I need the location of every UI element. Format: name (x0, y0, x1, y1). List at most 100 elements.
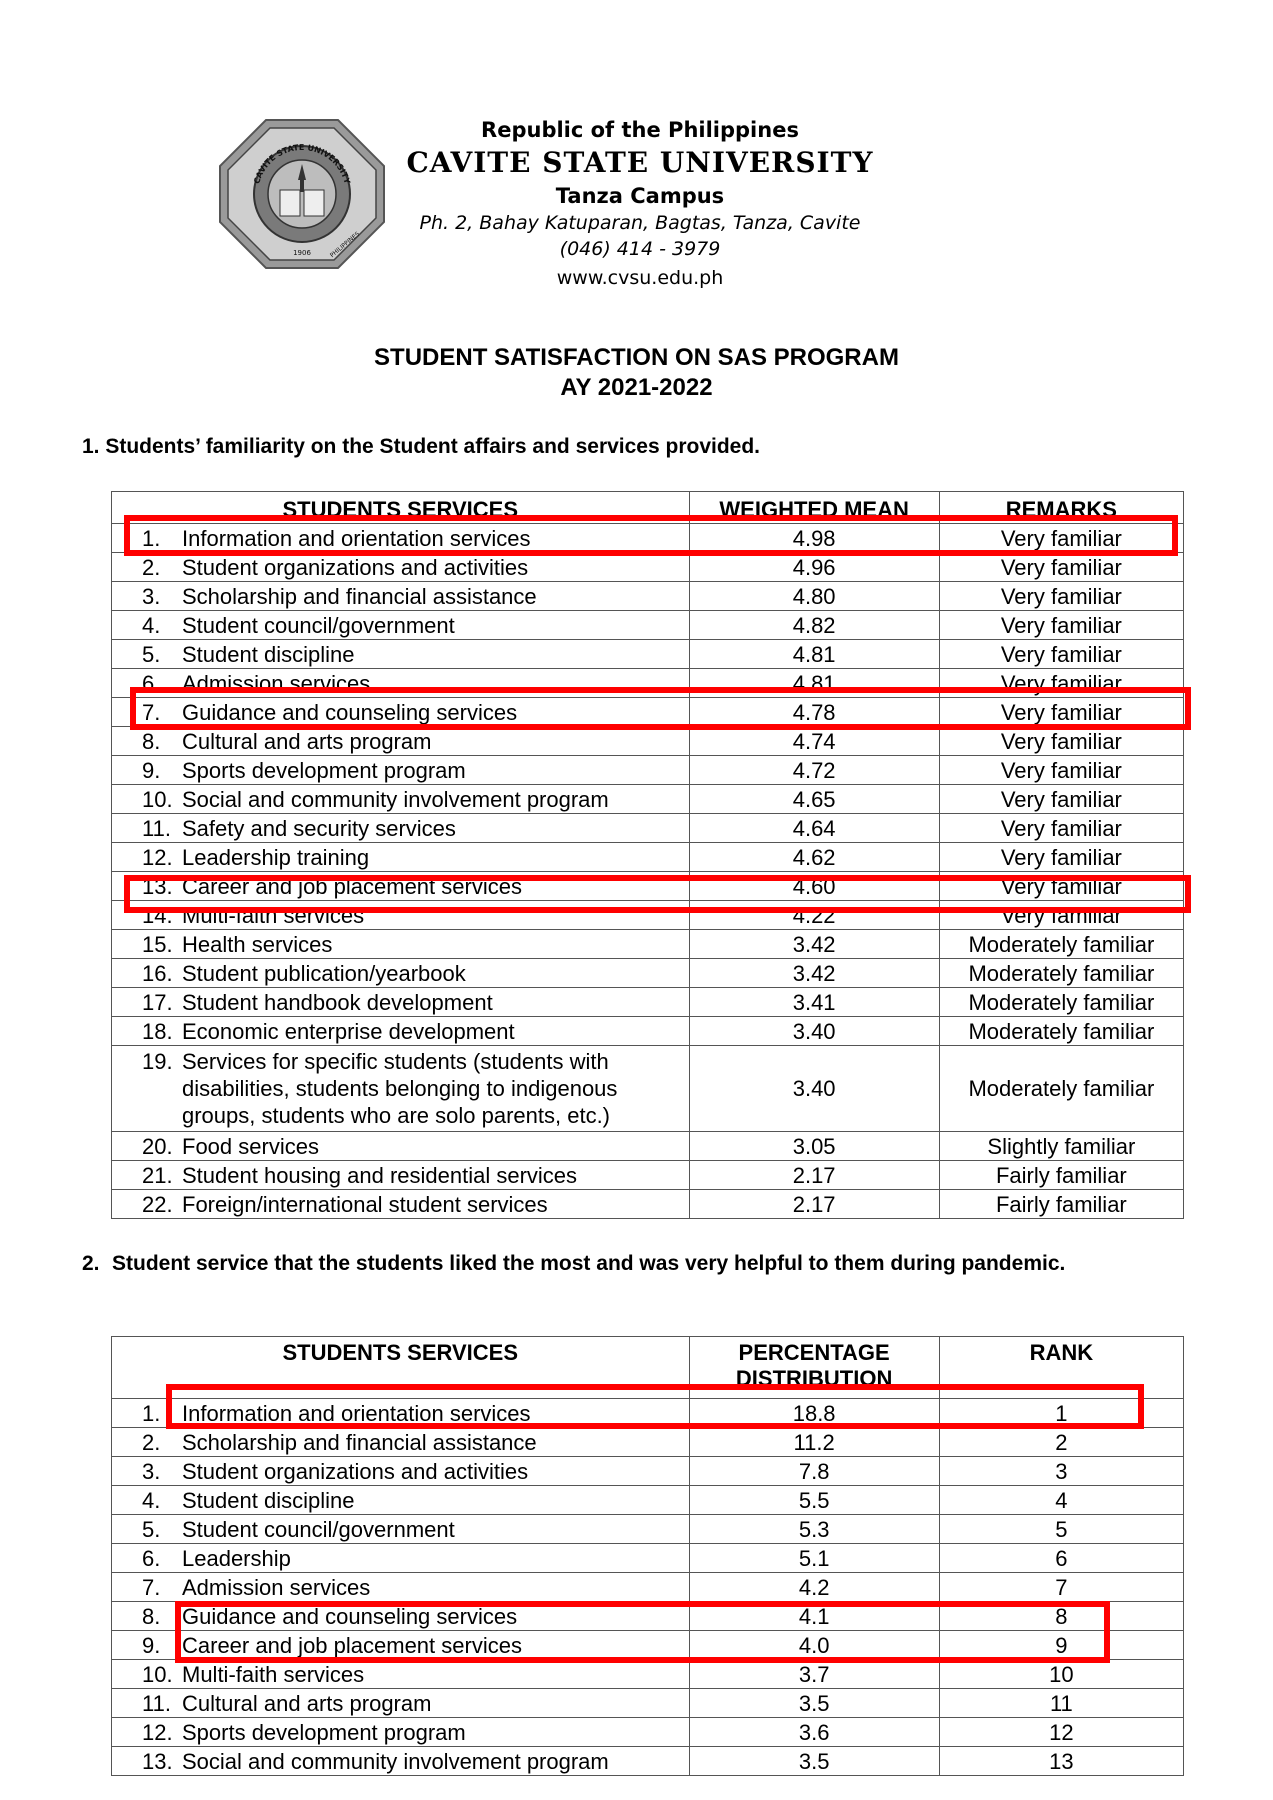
table-row: 19. Services for specific students (stude… (111, 1045, 1185, 1132)
service-name: Social and community involvement program (182, 1748, 609, 1774)
rank-cell: 6 (938, 1543, 1185, 1573)
weighted-mean-cell: 4.65 (688, 784, 940, 814)
remarks-cell: Moderately familiar (938, 987, 1185, 1017)
document-subtitle: AY 2021-2022 (560, 374, 713, 401)
section-2-number: 2. (82, 1252, 100, 1275)
service-cell: 21. Student housing and residential servi… (111, 1160, 690, 1190)
remarks-cell: Very familiar (938, 610, 1185, 640)
table-row: 8. Cultural and arts program 4.74 Very fami… (111, 726, 1185, 756)
weighted-mean-cell: 4.72 (688, 755, 940, 785)
service-cell: 8. Cultural and arts program (111, 726, 690, 756)
row-number: 18. (142, 1018, 173, 1044)
remarks-cell: Very familiar (938, 784, 1185, 814)
rank-cell: 13 (938, 1746, 1185, 1776)
service-cell: 7. Admission services (111, 1572, 690, 1602)
table-row: 11. Safety and security services 4.64 Very … (111, 813, 1185, 843)
service-name: Student organizations and activities (182, 554, 529, 580)
weighted-mean-cell: 4.96 (688, 552, 940, 582)
weighted-mean-cell: 4.62 (688, 842, 940, 872)
service-name: Student handbook development (182, 989, 493, 1015)
service-name: Student publication/yearbook (182, 960, 466, 986)
weighted-mean-cell: 2.17 (688, 1189, 940, 1219)
row-number: 9. (142, 757, 161, 783)
table-row: 9. Sports development program 4.72 Very fam… (111, 755, 1185, 785)
service-cell: 2. Student organizations and activities (111, 552, 690, 582)
remarks-cell: Fairly familiar (938, 1160, 1185, 1190)
section-1-question: 1. Students’ familiarity on the Student … (82, 435, 761, 458)
table-row: 15. Health services 3.42 Moderately familia… (111, 929, 1185, 959)
service-cell: 3. Scholarship and financial assistance (111, 581, 690, 611)
rank-cell: 4 (938, 1485, 1185, 1515)
service-name: Student council/government (182, 1516, 455, 1542)
row-number: 7. (142, 1574, 161, 1600)
table-row: 11. Cultural and arts program 3.5 11 (111, 1688, 1185, 1718)
service-name: Scholarship and financial assistance (182, 1429, 537, 1455)
table-row: 3. Student organizations and activities 7.… (111, 1456, 1185, 1486)
service-cell: 5. Student council/government (111, 1514, 690, 1544)
row-number: 17. (142, 989, 173, 1015)
weighted-mean-cell: 3.40 (688, 1016, 940, 1046)
university-name: CAVITE STATE UNIVERSITY (406, 146, 874, 179)
row-number: 21. (142, 1162, 173, 1188)
service-name: Leadership training (182, 844, 370, 870)
section-2-question-text: Student service that the students liked … (112, 1252, 1066, 1275)
service-name: Cultural and arts program (182, 1690, 432, 1716)
weighted-mean-cell: 2.17 (688, 1160, 940, 1190)
table-row: 12. Leadership training 4.62 Very familiar (111, 842, 1185, 872)
row-number: 3. (142, 583, 161, 609)
row-number: 12. (142, 1719, 173, 1745)
service-cell: 18. Economic enterprise development (111, 1016, 690, 1046)
table-row: 5. Student discipline 4.81 Very familiar (111, 639, 1185, 669)
percentage-cell: 3.5 (688, 1688, 940, 1718)
service-cell: 22. Foreign/international student service… (111, 1189, 690, 1219)
remarks-cell: Moderately familiar (938, 958, 1185, 988)
percentage-cell: 4.2 (688, 1572, 940, 1602)
weighted-mean-cell: 3.42 (688, 929, 940, 959)
row-number: 3. (142, 1458, 161, 1484)
service-name: Student council/government (182, 612, 455, 638)
service-name: Foreign/international student services (182, 1191, 548, 1217)
campus-address: Ph. 2, Bahay Katuparan, Bagtas, Tanza, C… (419, 212, 861, 234)
service-name: Multi-faith services (182, 1661, 365, 1687)
university-seal-logo: CAVITE STATE UNIVERSITY 1906 PHILIPPINES (218, 118, 386, 270)
familiarity-table: STUDENTS SERVICES WEIGHTED MEAN REMARKS … (111, 491, 1185, 1219)
service-name: Student organizations and activities (182, 1458, 529, 1484)
table-row: 22. Foreign/international student service… (111, 1189, 1185, 1219)
row-number: 10. (142, 786, 173, 812)
service-cell: 12. Sports development program (111, 1717, 690, 1747)
seal-year: 1906 (293, 249, 311, 257)
table-row: 18. Economic enterprise development 3.40 Mo… (111, 1016, 1185, 1046)
service-name: Student discipline (182, 641, 355, 667)
percentage-cell: 5.3 (688, 1514, 940, 1544)
row-number: 8. (142, 728, 161, 754)
table-row: 6. Leadership 5.1 6 (111, 1543, 1185, 1573)
remarks-cell: Very familiar (938, 726, 1185, 756)
table-row: 16. Student publication/yearbook 3.42 Moder… (111, 958, 1185, 988)
row-number: 22. (142, 1191, 173, 1217)
row-number: 11. (142, 1690, 171, 1716)
weighted-mean-cell: 4.81 (688, 639, 940, 669)
table-row: 7. Admission services 4.2 7 (111, 1572, 1185, 1602)
service-cell: 15. Health services (111, 929, 690, 959)
service-name: Scholarship and financial assistance (182, 583, 537, 609)
service-cell: 10. Multi-faith services (111, 1659, 690, 1689)
rank-cell: 12 (938, 1717, 1185, 1747)
table-row: 4. Student council/government 4.82 Very fam… (111, 610, 1185, 640)
percentage-cell: 5.5 (688, 1485, 940, 1515)
remarks-cell: Slightly familiar (938, 1131, 1185, 1161)
service-name: Student housing and residential services (182, 1162, 578, 1188)
remarks-cell: Very familiar (938, 581, 1185, 611)
rank-cell: 10 (938, 1659, 1185, 1689)
table-row: 20. Food services 3.05 Slightly familiar (111, 1131, 1185, 1161)
table-row: 10. Multi-faith services 3.7 10 (111, 1659, 1185, 1689)
table-row: 4. Student discipline 5.5 4 (111, 1485, 1185, 1515)
campus-name: Tanza Campus (555, 184, 725, 208)
rank-cell: 5 (938, 1514, 1185, 1544)
campus-phone: (046) 414 - 3979 (559, 238, 721, 260)
row-number: 20. (142, 1133, 173, 1159)
remarks-cell: Very familiar (938, 639, 1185, 669)
remarks-cell: Moderately familiar (938, 929, 1185, 959)
rank-cell: 2 (938, 1427, 1185, 1457)
service-name: Social and community involvement program (182, 786, 609, 812)
weighted-mean-cell: 3.42 (688, 958, 940, 988)
